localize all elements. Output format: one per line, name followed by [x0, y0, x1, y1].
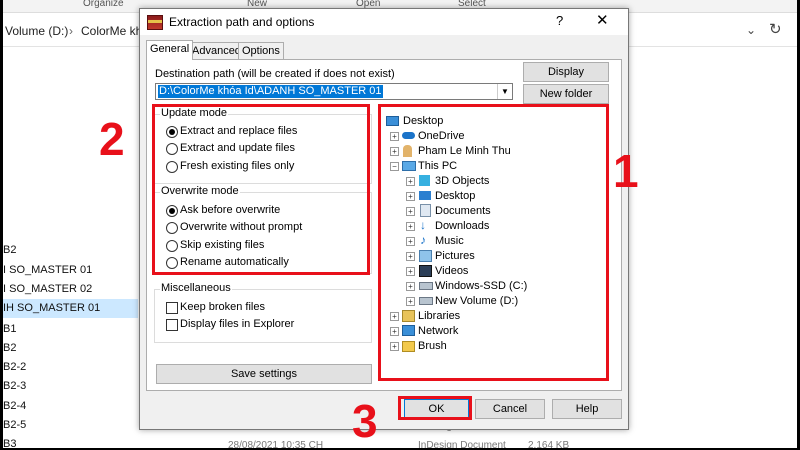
miscellaneous-label: Miscellaneous	[160, 282, 232, 294]
option-label[interactable]: Keep broken files	[180, 301, 265, 313]
annotation-box-tree	[378, 104, 609, 381]
list-item[interactable]: I SO_MASTER 02	[3, 280, 138, 299]
list-item[interactable]: B2	[3, 241, 138, 260]
destination-label: Destination path (will be created if doe…	[155, 68, 395, 80]
checkbox-keep-broken[interactable]	[166, 302, 178, 314]
row-date: 28/08/2021 10:35 CH	[228, 440, 324, 448]
screenshot-frame: Organize New Open Select Volume (D:) › C…	[3, 0, 797, 448]
ribbon-organize[interactable]: Organize	[83, 0, 124, 9]
tab-options[interactable]: Options	[238, 42, 284, 59]
checkbox-display-explorer[interactable]	[166, 319, 178, 331]
list-item[interactable]: B1	[3, 320, 138, 339]
annotation-box-ok	[398, 396, 472, 420]
annotation-number-1: 1	[613, 145, 639, 197]
list-item[interactable]: B2-4	[3, 397, 138, 416]
list-item[interactable]: B2-5	[3, 416, 138, 435]
list-item[interactable]: I SO_MASTER 01	[3, 261, 138, 280]
dialog-title: Extraction path and options	[169, 15, 315, 29]
annotation-box-options	[152, 104, 370, 275]
address-separator: ›	[69, 24, 73, 38]
display-button[interactable]: Display	[523, 62, 609, 82]
destination-path-value: D:\ColorMe khóa Id\ADANH SO_MASTER 01	[158, 85, 383, 98]
refresh-icon[interactable]: ↻	[769, 20, 782, 38]
save-settings-button[interactable]: Save settings	[156, 364, 372, 384]
row-size: 2.164 KB	[528, 440, 570, 448]
destination-path-input[interactable]: D:\ColorMe khóa Id\ADANH SO_MASTER 01 ▼	[155, 83, 513, 100]
close-icon[interactable]: ✕	[596, 11, 609, 29]
address-segment-volume[interactable]: Volume (D:)	[5, 24, 68, 38]
list-item-selected[interactable]: IH SO_MASTER 01	[3, 299, 138, 318]
dialog-title-bar[interactable]: Extraction path and options ? ✕	[140, 9, 628, 35]
help-icon[interactable]: ?	[556, 13, 563, 28]
tab-advanced[interactable]: Advanced	[188, 42, 245, 59]
list-item[interactable]: B3	[3, 435, 138, 448]
tab-general[interactable]: General	[146, 40, 194, 60]
winrar-icon	[147, 15, 163, 30]
annotation-number-3: 3	[352, 395, 378, 447]
miscellaneous-group	[154, 289, 372, 343]
new-folder-button[interactable]: New folder	[523, 84, 609, 104]
cancel-button[interactable]: Cancel	[475, 399, 545, 419]
help-button[interactable]: Help	[552, 399, 622, 419]
chevron-down-icon[interactable]: ⌄	[746, 23, 756, 37]
list-item[interactable]: B2-2	[3, 358, 138, 377]
annotation-number-2: 2	[99, 113, 125, 165]
list-item[interactable]: B2-3	[3, 377, 138, 396]
list-item[interactable]: B2	[3, 339, 138, 358]
row-type: InDesign Document	[418, 440, 506, 448]
option-label[interactable]: Display files in Explorer	[180, 318, 294, 330]
dropdown-arrow-icon[interactable]: ▼	[497, 84, 512, 99]
